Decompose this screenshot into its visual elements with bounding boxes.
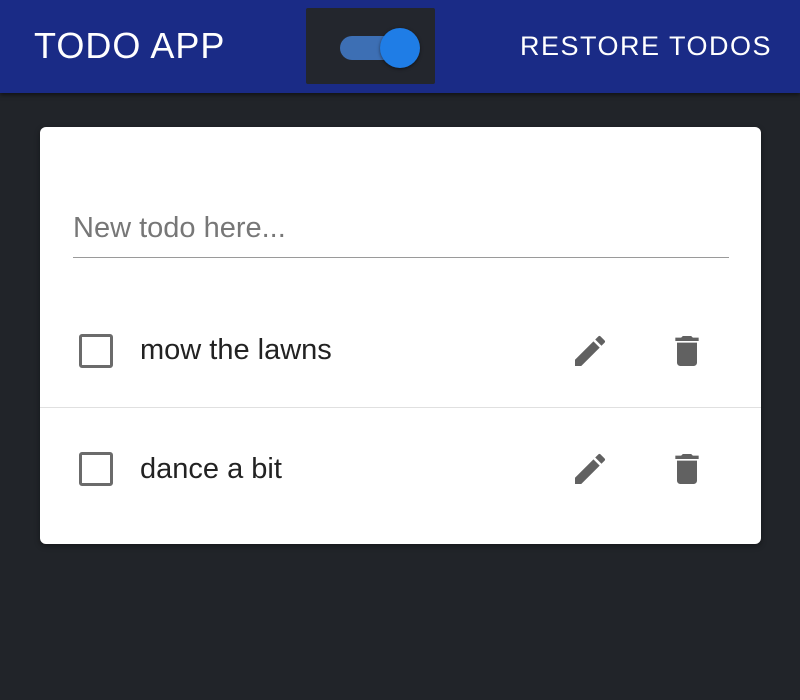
theme-toggle[interactable] bbox=[306, 8, 435, 84]
new-todo-input[interactable] bbox=[73, 200, 729, 258]
todo-item: dance a bit bbox=[40, 409, 761, 527]
todo-item: mow the lawns bbox=[40, 290, 761, 408]
toggle-thumb[interactable] bbox=[380, 28, 420, 68]
todo-text: dance a bit bbox=[140, 453, 282, 485]
trash-icon bbox=[675, 336, 699, 366]
todo-card: mow the lawns dance a bit bbox=[40, 127, 761, 544]
todo-checkbox[interactable] bbox=[79, 334, 113, 368]
trash-icon bbox=[675, 454, 699, 484]
app-title: TODO APP bbox=[34, 25, 226, 66]
edit-button[interactable] bbox=[566, 327, 614, 375]
todo-checkbox[interactable] bbox=[79, 452, 113, 486]
todo-text: mow the lawns bbox=[140, 334, 332, 366]
app-bar: TODO APP RESTORE TODOS bbox=[0, 0, 800, 93]
delete-button[interactable] bbox=[663, 327, 711, 375]
pencil-icon bbox=[575, 453, 606, 484]
delete-button[interactable] bbox=[663, 445, 711, 493]
edit-button[interactable] bbox=[566, 445, 614, 493]
restore-todos-button[interactable]: RESTORE TODOS bbox=[506, 24, 786, 68]
pencil-icon bbox=[575, 335, 606, 366]
